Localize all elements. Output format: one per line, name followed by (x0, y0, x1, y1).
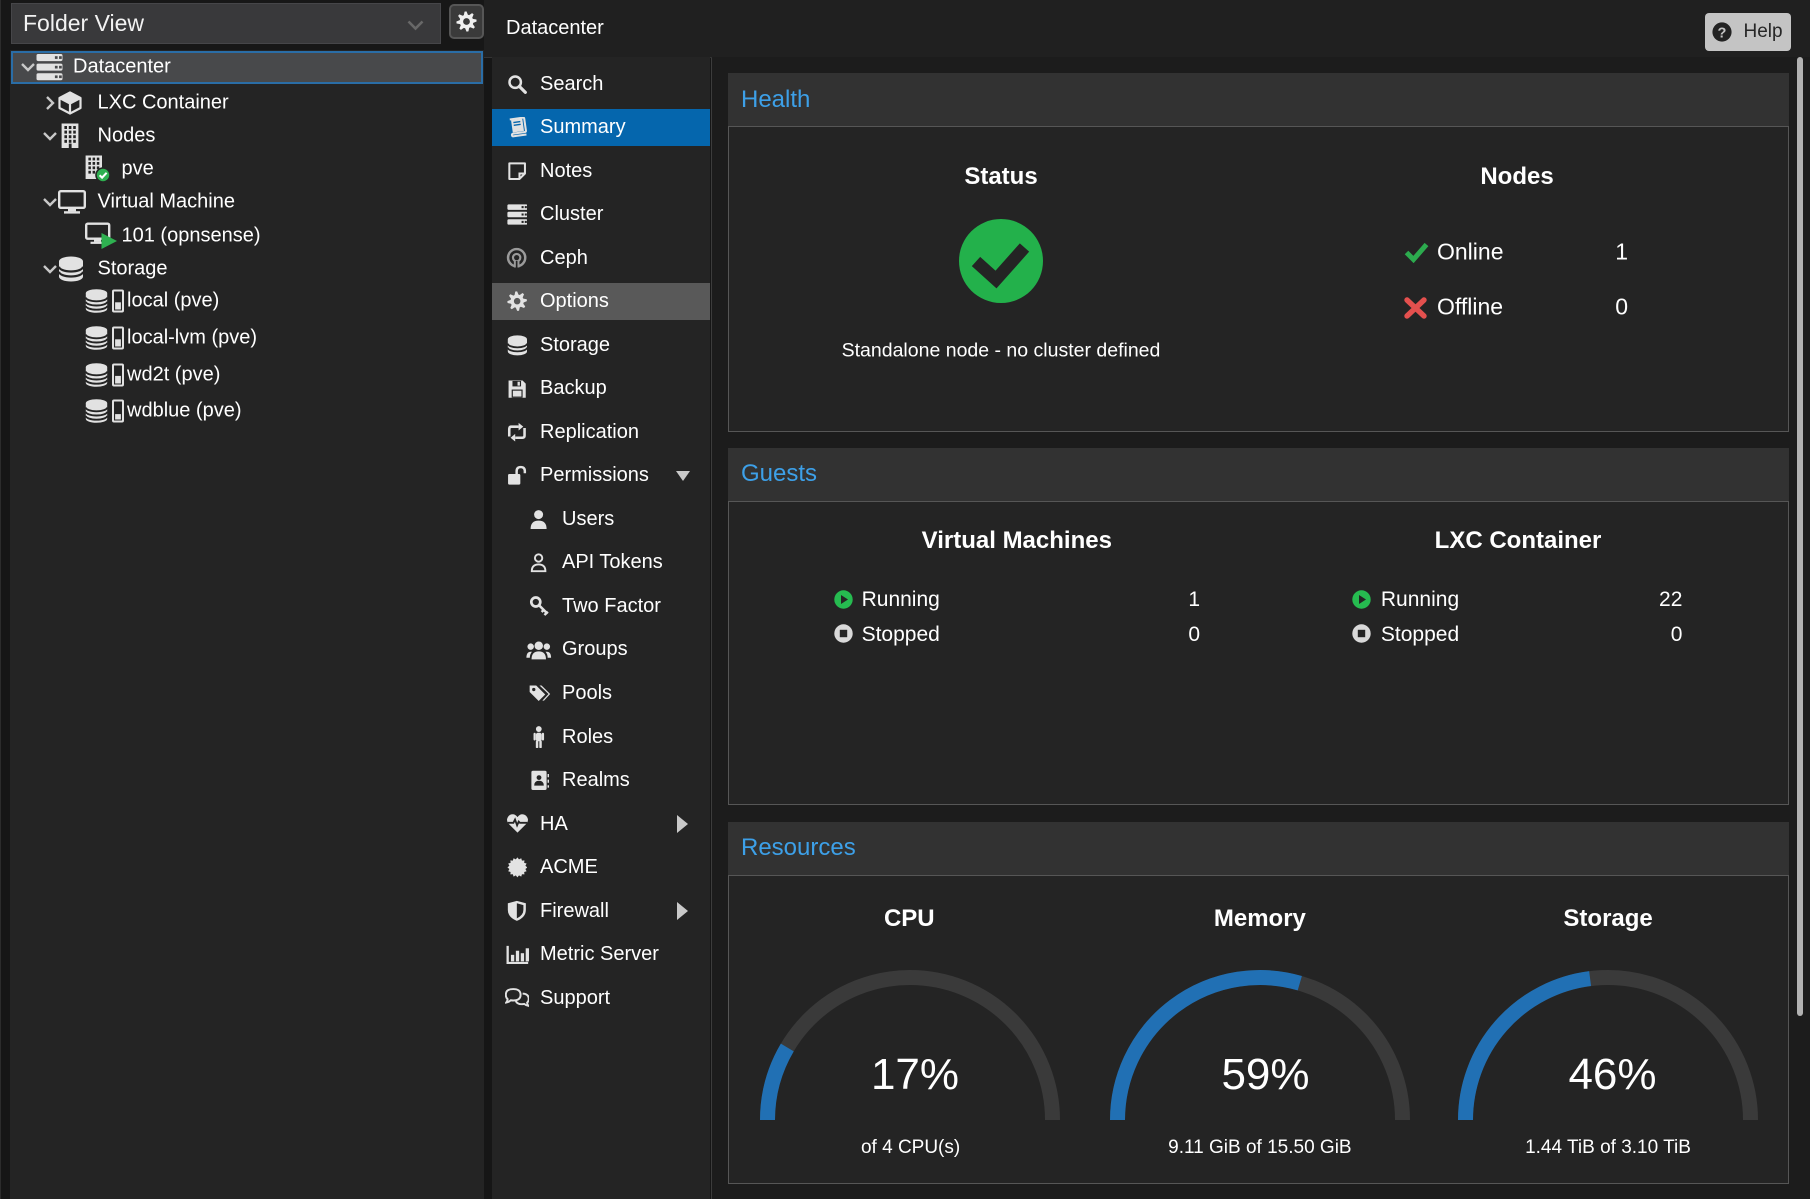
svg-text:?: ? (1718, 25, 1727, 41)
